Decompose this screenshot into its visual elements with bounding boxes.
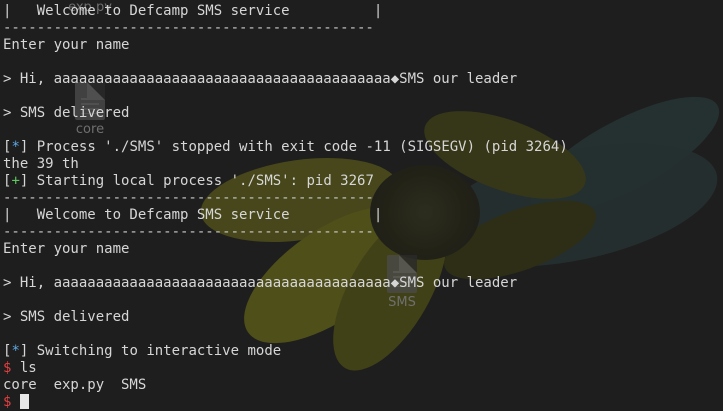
shell-prompt: $ xyxy=(3,394,12,410)
output-line: > SMS delivered xyxy=(3,309,130,325)
status-line: [*] Process './SMS' stopped with exit co… xyxy=(3,139,723,156)
input-line[interactable]: $ xyxy=(3,394,723,411)
status-text: Process './SMS' stopped with exit code -… xyxy=(28,139,568,155)
status-line: [*] Switching to interactive mode xyxy=(3,343,723,360)
banner-rule: ----------------------------------------… xyxy=(3,20,374,36)
status-text: Starting local process './SMS': pid 3267 xyxy=(28,173,374,189)
command-line: $ ls xyxy=(3,360,723,377)
status-text: Switching to interactive mode xyxy=(28,343,282,359)
status-tag-success: + xyxy=(11,173,20,189)
banner-rule: ----------------------------------------… xyxy=(3,190,374,206)
output-line: Enter your name xyxy=(3,37,130,53)
banner-rule: ----------------------------------------… xyxy=(3,224,374,240)
output-line: Enter your name xyxy=(3,241,130,257)
banner-line: | Welcome to Defcamp SMS service | xyxy=(3,3,383,19)
status-tag-info: * xyxy=(11,343,20,359)
output-line: the 39 th xyxy=(3,156,79,172)
output-line: > Hi, aaaaaaaaaaaaaaaaaaaaaaaaaaaaaaaaaa… xyxy=(3,275,518,291)
output-line: core exp.py SMS xyxy=(3,377,147,393)
command-text: ls xyxy=(11,360,37,376)
status-tag-info: * xyxy=(11,139,20,155)
banner-line: | Welcome to Defcamp SMS service | xyxy=(3,207,383,223)
text-cursor[interactable] xyxy=(19,394,29,409)
terminal-output[interactable]: | Welcome to Defcamp SMS service | -----… xyxy=(3,3,723,411)
status-line: [+] Starting local process './SMS': pid … xyxy=(3,173,723,190)
output-line: > Hi, aaaaaaaaaaaaaaaaaaaaaaaaaaaaaaaaaa… xyxy=(3,71,518,87)
output-line: > SMS delivered xyxy=(3,105,130,121)
terminal-window[interactable]: exp.py core SMS | Welcome to Defcamp SMS… xyxy=(0,0,723,411)
